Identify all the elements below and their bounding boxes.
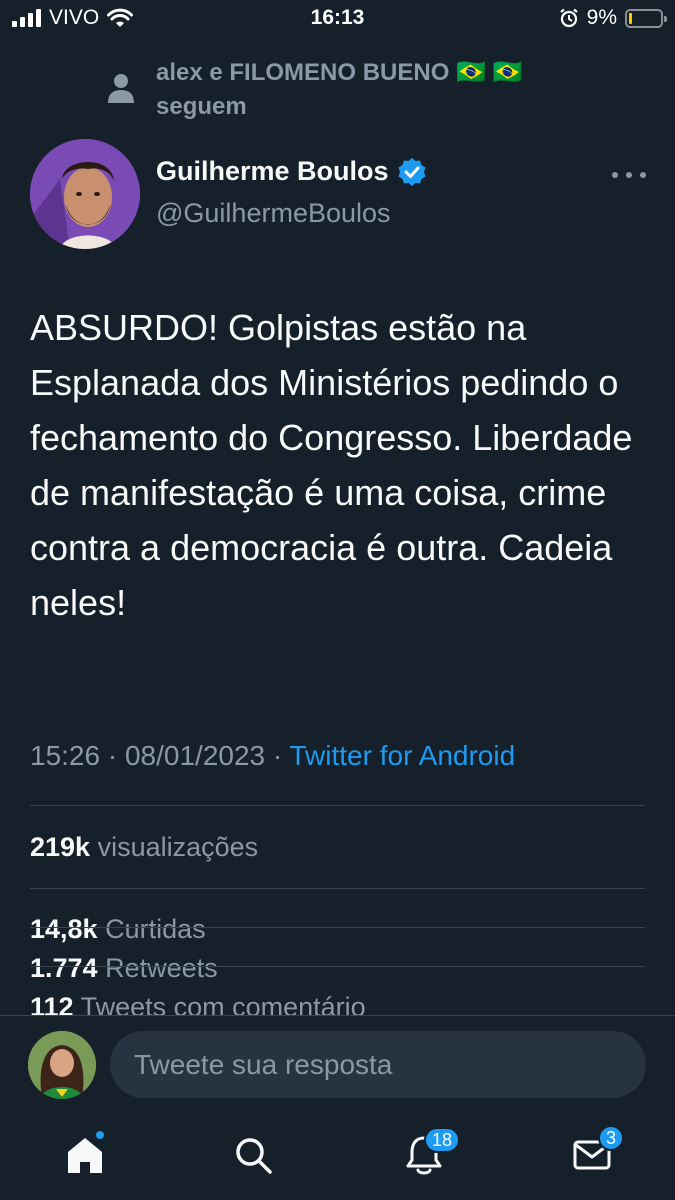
battery-percent: 9% [586, 6, 617, 29]
tweet-date: 08/01/2023 [124, 740, 266, 771]
divider [30, 805, 645, 806]
divider [30, 966, 645, 967]
nav-home[interactable] [61, 1129, 109, 1179]
views-stat[interactable]: 219k visualizações [30, 832, 258, 863]
home-unread-dot [94, 1129, 106, 1141]
meta-separator: · [107, 740, 118, 771]
user-avatar-image [28, 1031, 96, 1099]
battery-tip [664, 15, 667, 22]
retweets-label: Retweets [105, 953, 218, 983]
views-count: 219k [30, 832, 91, 862]
likes-count: 14,8k [30, 914, 98, 944]
views-label: visualizações [97, 832, 259, 862]
messages-badge: 3 [598, 1125, 625, 1151]
tweet-source[interactable]: Twitter for Android [290, 740, 516, 771]
status-bar: VIVO 16:13 9% [0, 0, 675, 36]
retweets-stat[interactable]: 1.774 Retweets [30, 953, 218, 984]
more-icon[interactable] [612, 163, 646, 187]
divider [30, 927, 645, 928]
person-icon [108, 74, 134, 103]
battery-level [629, 12, 632, 24]
status-right: 9% [559, 6, 667, 30]
tweet-time: 15:26 [30, 740, 101, 771]
tweet-text: ABSURDO! Golpistas estão na Esplanada do… [30, 307, 633, 623]
avatar-illustration [30, 139, 140, 249]
author-handle[interactable]: @GuilhermeBoulos [156, 198, 391, 229]
notifications-badge: 18 [424, 1127, 461, 1153]
nav-notifications[interactable]: 18 [400, 1127, 461, 1179]
author-avatar[interactable] [30, 139, 140, 249]
meta-separator-2: · [272, 740, 283, 771]
verified-icon [398, 157, 426, 186]
likes-label: Curtidas [105, 914, 206, 944]
likes-stat[interactable]: 14,8k Curtidas [30, 914, 206, 945]
social-context[interactable]: alex e FILOMENO BUENO 🇧🇷 🇧🇷 seguem [156, 56, 586, 124]
author-name-row[interactable]: Guilherme Boulos [156, 156, 427, 187]
search-icon [236, 1138, 272, 1174]
nav-search[interactable] [229, 1131, 277, 1179]
tweet-meta: 15:26 · 08/01/2023 · Twitter for Android [30, 740, 515, 772]
author-name[interactable]: Guilherme Boulos [156, 156, 389, 187]
battery-icon [625, 8, 667, 28]
tweet-detail-screen: VIVO 16:13 9% alex e FILOMENO BUENO 🇧🇷 🇧… [0, 0, 675, 1200]
divider [30, 888, 645, 889]
retweets-count: 1.774 [30, 953, 98, 983]
reply-input[interactable] [110, 1031, 646, 1098]
nav-messages[interactable]: 3 [568, 1125, 625, 1179]
alarm-icon [559, 8, 578, 28]
user-avatar[interactable] [28, 1031, 96, 1099]
